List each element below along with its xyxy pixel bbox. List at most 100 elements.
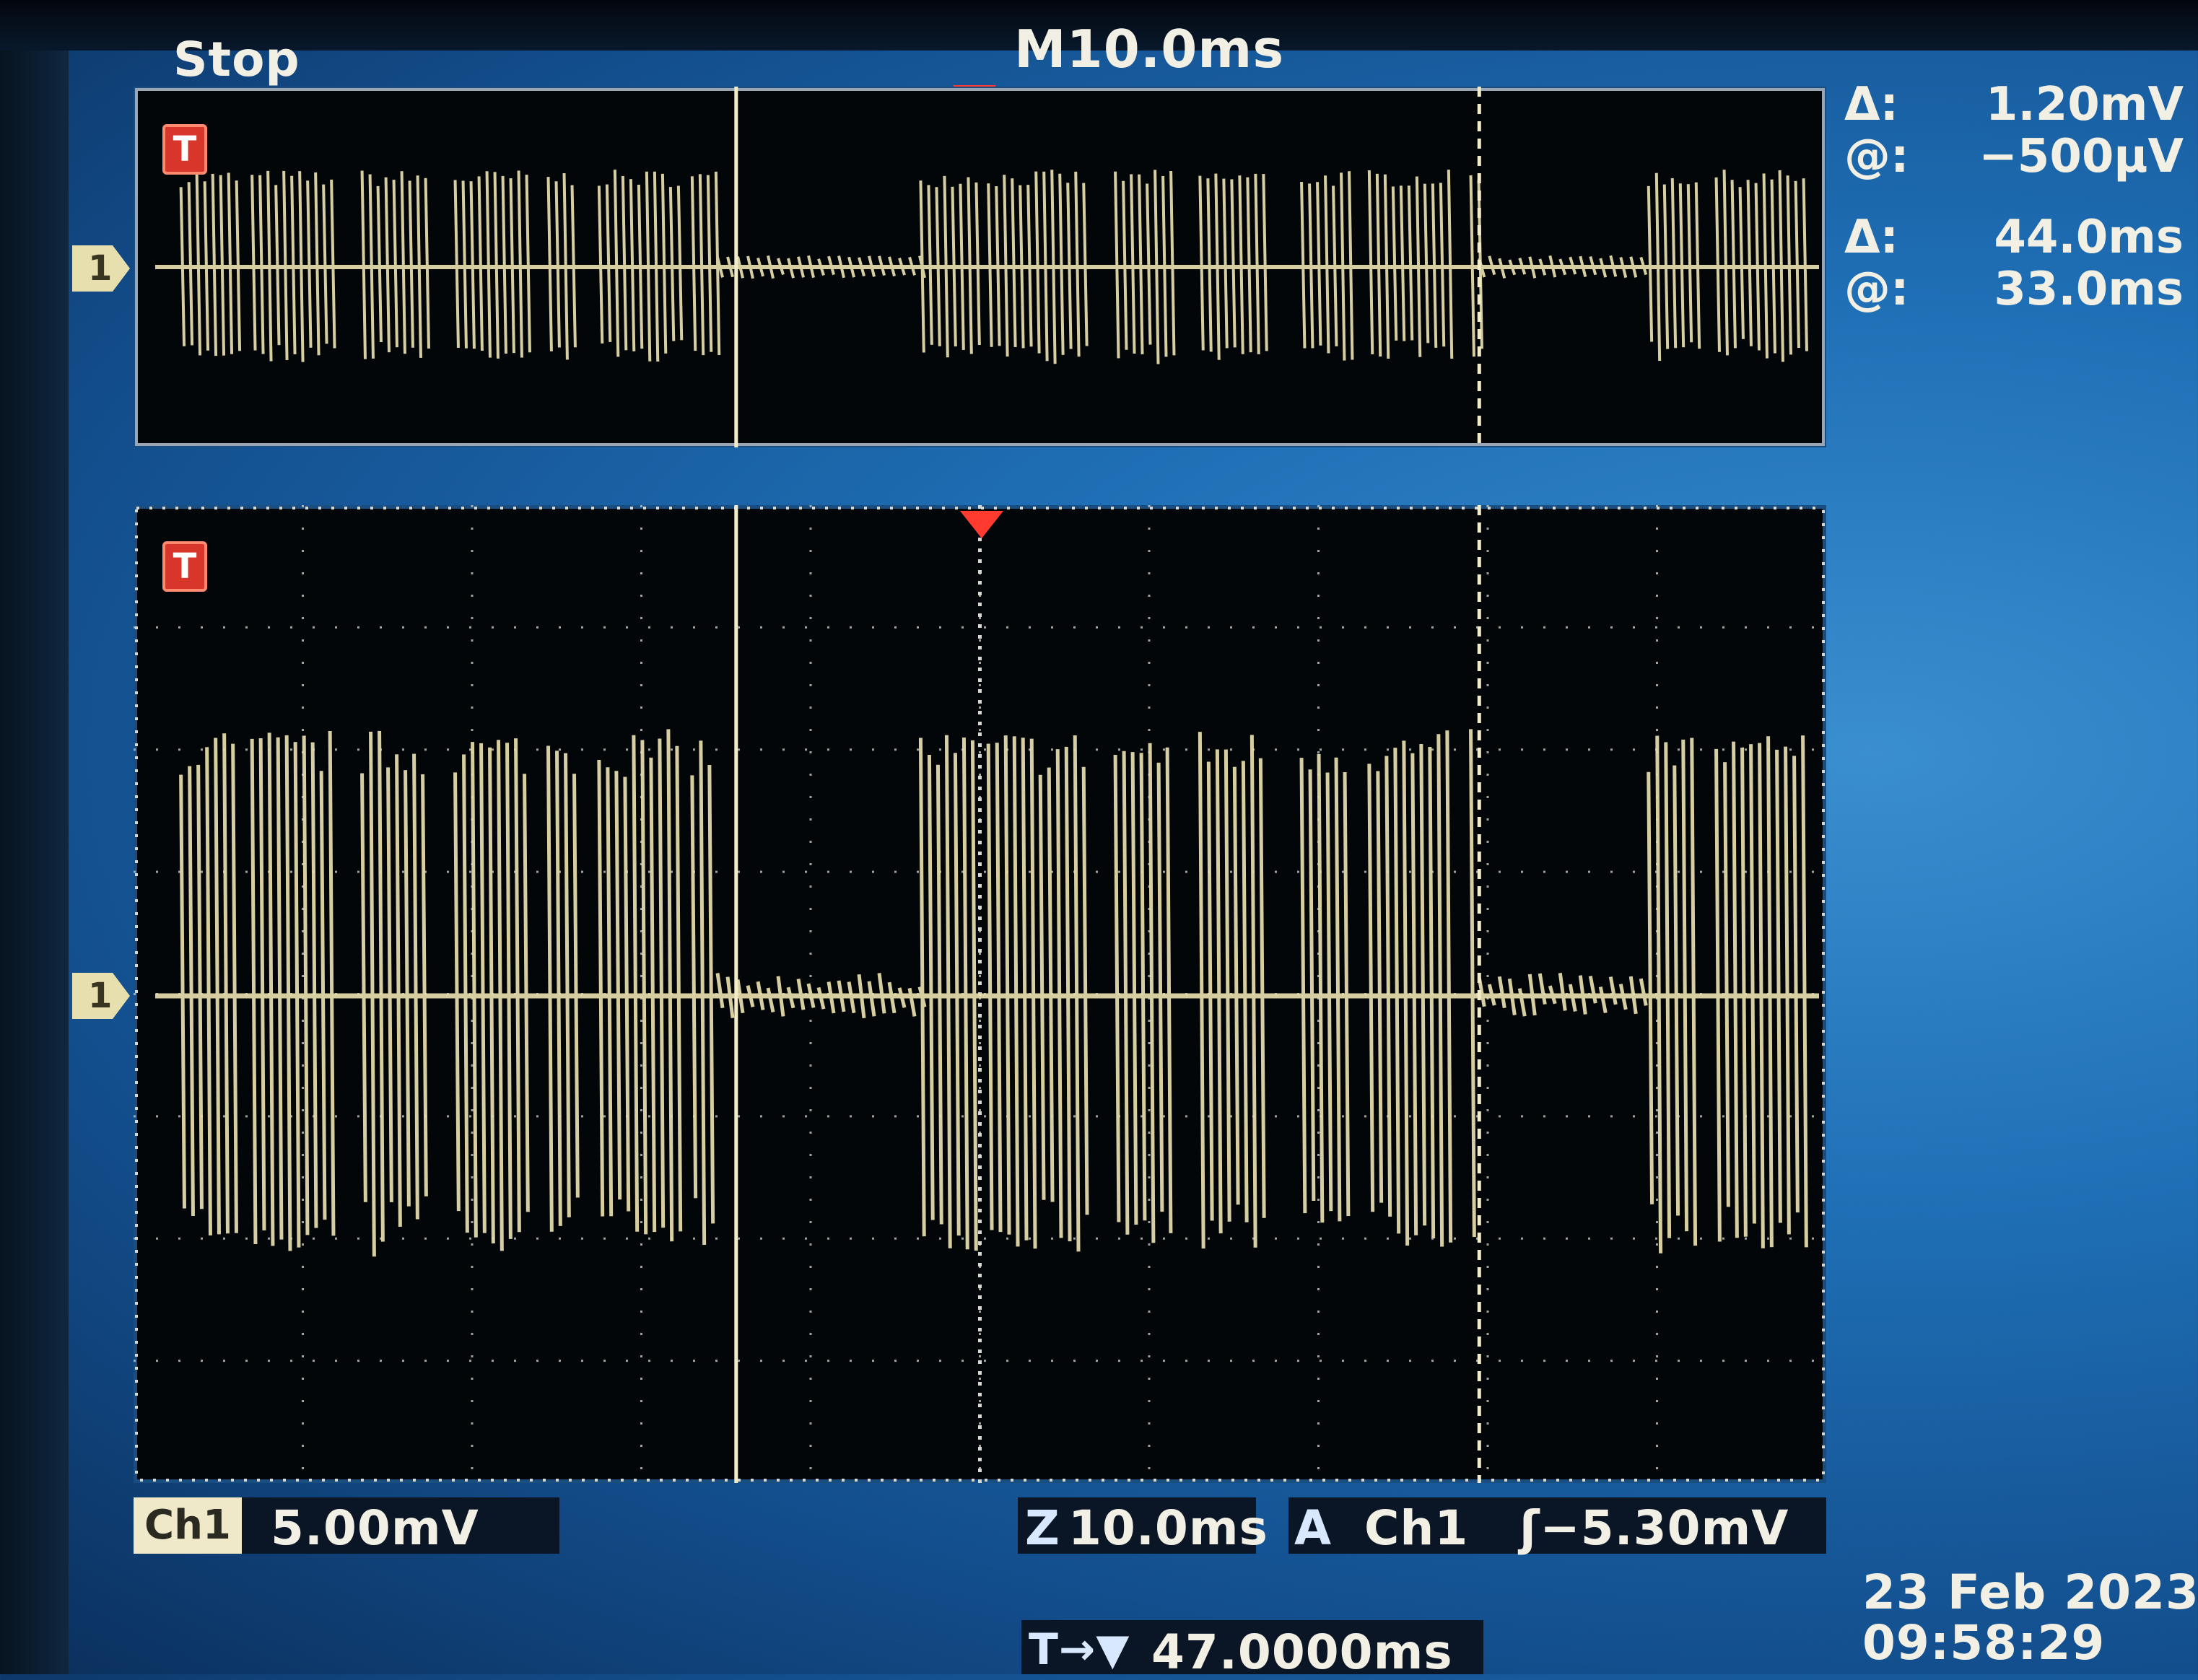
burst-spike <box>392 180 398 348</box>
horizontal-position-box[interactable]: T→▼ 47.0000ms <box>1021 1620 1483 1680</box>
burst-spike <box>995 743 1003 1233</box>
time-at-row: @: 33.0ms <box>1844 263 2184 316</box>
signal-trace <box>155 170 1819 364</box>
burst-spike <box>1012 736 1020 1247</box>
burst-spike <box>1410 753 1418 1235</box>
overview-waveform <box>135 87 1825 447</box>
burst-spike <box>1423 183 1430 344</box>
burst-spike <box>400 171 406 354</box>
noise <box>827 981 836 1014</box>
burst-spike <box>330 179 336 349</box>
at-symbol: @: <box>1844 130 1909 183</box>
noise <box>786 986 795 1009</box>
burst-spike <box>258 175 265 354</box>
burst-spike <box>1722 170 1729 356</box>
burst-spike <box>1254 173 1260 354</box>
burst-spike <box>514 738 521 1233</box>
burst-spike <box>658 738 666 1228</box>
burst-spike <box>360 170 367 359</box>
burst-spike <box>1238 175 1244 354</box>
burst-spike <box>276 737 284 1240</box>
burst-spike <box>231 743 238 1233</box>
burst-spike <box>386 767 393 1202</box>
burst-spike <box>227 172 234 354</box>
burst-spike <box>666 729 674 1242</box>
burst-spike <box>1055 749 1063 1238</box>
noise <box>837 980 846 1012</box>
burst-spike <box>509 178 515 354</box>
burst-spike <box>676 185 684 341</box>
burst-spike <box>179 774 186 1209</box>
burst-spike <box>1161 175 1168 357</box>
burst-spike <box>1250 735 1257 1248</box>
burst-spike <box>1343 771 1351 1217</box>
trigger-position-marker-main <box>960 511 1003 538</box>
burst-spike <box>1794 180 1800 349</box>
burst-spike <box>395 754 402 1227</box>
burst-spike <box>1399 185 1406 341</box>
burst-spike <box>461 180 468 349</box>
horizontal-position-icon: T→▼ <box>1029 1624 1130 1675</box>
burst-spike <box>943 175 949 358</box>
noise <box>1598 986 1608 1014</box>
burst-spike <box>690 176 697 351</box>
burst-spike <box>1325 772 1333 1212</box>
burst-spike <box>597 759 605 1217</box>
burst-spike <box>1654 172 1662 362</box>
burst-spike <box>501 175 507 354</box>
acquisition-status: Stop <box>173 32 300 87</box>
burst-spike <box>951 186 957 347</box>
burst-spike <box>179 187 186 346</box>
voltage-at-value: −500µV <box>1979 130 2184 183</box>
noise <box>877 973 886 1014</box>
noise <box>1639 978 1648 1006</box>
burst-spike <box>1122 180 1128 350</box>
burst-spike <box>629 179 636 351</box>
noise <box>796 979 806 1010</box>
burst-spike <box>378 730 385 1242</box>
burst-spike <box>1738 187 1745 339</box>
burst-spike <box>706 175 713 352</box>
burst-spike <box>214 738 221 1235</box>
burst-spike <box>1224 749 1231 1222</box>
zoom-overview-window[interactable]: T <box>134 87 1826 447</box>
burst-spike <box>250 175 257 351</box>
burst-spike <box>250 738 258 1245</box>
channel-1-marker-main[interactable]: 1 <box>72 973 130 1019</box>
burst-spike <box>416 175 422 358</box>
burst-spike <box>322 184 328 344</box>
burst-spike <box>488 747 495 1244</box>
burst-spike <box>555 751 562 1226</box>
burst-spike <box>314 172 320 356</box>
burst-spike <box>1042 171 1049 362</box>
burst-spike <box>1415 176 1422 357</box>
burst-spike <box>1206 178 1213 352</box>
burst-spike <box>1784 746 1791 1235</box>
noise <box>1517 988 1527 1017</box>
burst-spike <box>959 183 965 350</box>
burst-spike <box>637 184 644 349</box>
burst-spike <box>1746 180 1753 346</box>
channel-1-scale-box[interactable]: 5.00mV <box>242 1497 559 1556</box>
channel-1-button[interactable]: Ch1 <box>134 1497 242 1554</box>
burst-spike <box>424 178 430 349</box>
burst-spike <box>597 185 604 344</box>
burst-spike <box>266 170 273 362</box>
at-symbol: @: <box>1844 263 1909 316</box>
burst-spike <box>1664 742 1672 1238</box>
voltage-at-row: @: −500µV <box>1844 130 2184 183</box>
burst-spike <box>384 177 391 353</box>
burst-spike <box>1428 747 1436 1238</box>
voltage-delta-row: Δ: 1.20mV <box>1844 78 2184 131</box>
burst-spike <box>1732 741 1739 1238</box>
voltage-delta-value: 1.20mV <box>1985 78 2184 131</box>
channel-1-marker-top[interactable]: 1 <box>72 245 130 292</box>
trigger-readout-box[interactable]: A Ch1 ʃ−5.30mV <box>1288 1497 1826 1556</box>
burst-spike <box>1375 173 1382 357</box>
burst-spike <box>1029 738 1037 1249</box>
main-graticule[interactable]: T <box>134 505 1826 1483</box>
zoom-scale-box[interactable]: Z 10.0ms <box>1018 1497 1268 1556</box>
burst-spike <box>306 180 313 348</box>
burst-spike <box>1019 185 1025 349</box>
bottom-status-bar: Ch1 5.00mV Z 10.0ms A Ch1 ʃ−5.30mV <box>134 1497 1826 1556</box>
